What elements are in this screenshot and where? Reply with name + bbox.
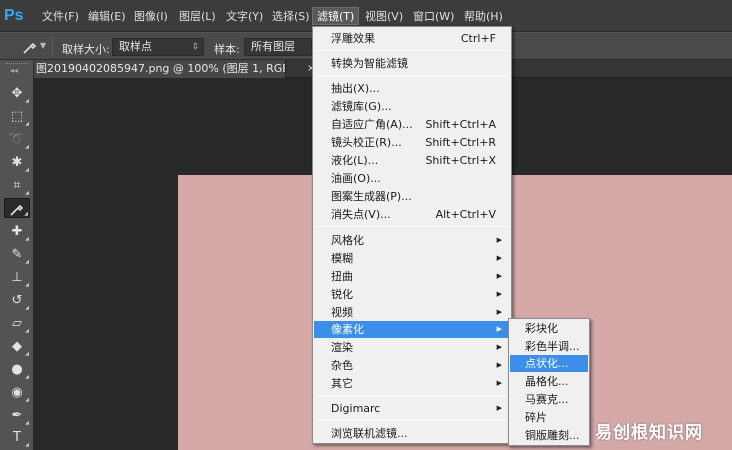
menu-divider: [317, 226, 507, 227]
marquee-icon[interactable]: ⬚ ◢: [4, 107, 30, 127]
filter-item-emboss[interactable]: 浮雕效果 Ctrl+F: [314, 30, 510, 47]
submenu-arrow-icon: ▶: [496, 379, 502, 387]
menu-type[interactable]: 文字(Y): [222, 8, 267, 26]
filter-menu: 浮雕效果 Ctrl+F 转换为智能滤镜 抽出(X)... 滤镜库(G)... 自适…: [312, 26, 512, 444]
tool-preset-caret-icon[interactable]: ▼: [40, 41, 46, 50]
menu-view[interactable]: 视图(V): [361, 8, 407, 26]
options-divider: [52, 37, 53, 57]
pen-icon[interactable]: ✒ ◢: [4, 406, 30, 426]
blur-icon[interactable]: ● ◢: [4, 360, 30, 380]
filter-item-extract[interactable]: 抽出(X)...: [314, 80, 510, 97]
watermark: 易创根知识网: [595, 423, 703, 443]
submenu-arrow-icon: ▶: [496, 254, 502, 262]
pixelate-item-facet[interactable]: 彩块化: [510, 320, 588, 337]
pixelate-item-fragment[interactable]: 碎片: [510, 409, 588, 426]
brush-icon[interactable]: ✎ ◢: [4, 245, 30, 265]
filter-item-browse-online[interactable]: 浏览联机滤镜...: [314, 425, 510, 442]
filter-item-gallery[interactable]: 滤镜库(G)...: [314, 98, 510, 115]
filter-item-smart-filters[interactable]: 转换为智能滤镜: [314, 55, 510, 72]
tools-panel: ◂◂ ✥ ◢ ⬚ ◢ ➰ ◢ ✱ ◢ ⌗ ◢ ◢ ✚ ◢ ✎ ◢ ⊥ ◢ ↺ ◢ ▱ ◢ ◆ ◢ ● ◢…: [0, 60, 34, 450]
menu-layer[interactable]: 图层(L): [175, 8, 220, 26]
submenu-arrow-icon: ▶: [496, 272, 502, 280]
sample-size-label: 取样大小:: [62, 43, 110, 56]
filter-item-blur[interactable]: 模糊 ▶: [314, 250, 510, 267]
document-tab[interactable]: 图20190402085947.png @ 100% (图层 1, RGB/8)…: [34, 60, 286, 78]
menu-edit[interactable]: 编辑(E): [84, 8, 130, 26]
menu-divider: [317, 420, 507, 421]
submenu-arrow-icon: ▶: [496, 308, 502, 316]
filter-item-pixelate[interactable]: 像素化 ▶: [314, 321, 510, 338]
dodge-icon[interactable]: ◉ ◢: [4, 383, 30, 403]
menu-filter[interactable]: 滤镜(T): [312, 7, 360, 25]
pixelate-item-color-halftone[interactable]: 彩色半调...: [510, 338, 588, 355]
eyedropper-icon[interactable]: ◢: [4, 198, 30, 218]
filter-item-sharpen[interactable]: 锐化 ▶: [314, 286, 510, 303]
move-icon[interactable]: ✥ ◢: [4, 84, 30, 104]
type-icon[interactable]: T ◢: [4, 428, 30, 448]
pixelate-item-mosaic[interactable]: 马赛克...: [510, 391, 588, 408]
menu-select[interactable]: 选择(S): [268, 8, 314, 26]
photoshop-logo: Ps: [4, 7, 24, 24]
pixelate-item-crystallize[interactable]: 晶格化...: [510, 373, 588, 390]
filter-item-stylize[interactable]: 风格化 ▶: [314, 232, 510, 249]
filter-item-adaptive-wide-angle[interactable]: 自适应广角(A)... Shift+Ctrl+A: [314, 116, 510, 133]
sample-size-value: 取样点: [119, 40, 152, 53]
clone-stamp-icon[interactable]: ⊥ ◢: [4, 268, 30, 288]
filter-item-lens-correction[interactable]: 镜头校正(R)... Shift+Ctrl+R: [314, 134, 510, 151]
eyedropper-icon[interactable]: [22, 39, 38, 55]
sample-select[interactable]: 所有图层: [244, 38, 312, 56]
filter-item-liquify[interactable]: 液化(L)... Shift+Ctrl+X: [314, 152, 510, 169]
eraser-icon[interactable]: ▱ ◢: [4, 314, 30, 334]
filter-item-noise[interactable]: 杂色 ▶: [314, 357, 510, 374]
paint-bucket-icon[interactable]: ◆ ◢: [4, 337, 30, 357]
crop-icon[interactable]: ⌗ ◢: [4, 176, 30, 196]
filter-item-render[interactable]: 渲染 ▶: [314, 339, 510, 356]
menu-window[interactable]: 窗口(W): [409, 8, 458, 26]
chevron-down-icon: ⇕: [191, 42, 199, 52]
sample-size-select[interactable]: 取样点 ⇕: [112, 38, 204, 56]
menu-help[interactable]: 帮助(H): [460, 8, 507, 26]
magic-wand-icon[interactable]: ✱ ◢: [4, 153, 30, 173]
submenu-arrow-icon: ▶: [496, 325, 502, 333]
pixelate-submenu: 彩块化 彩色半调... 点状化... 晶格化... 马赛克... 碎片 铜版雕刻…: [508, 318, 590, 446]
filter-item-pattern-maker[interactable]: 图案生成器(P)...: [314, 188, 510, 205]
filter-item-vanishing-point[interactable]: 消失点(V)... Alt+Ctrl+V: [314, 206, 510, 223]
menu-divider: [317, 396, 507, 397]
menu-file[interactable]: 文件(F): [38, 8, 83, 26]
pixelate-item-mezzotint[interactable]: 铜版雕刻...: [510, 427, 588, 444]
menu-divider: [317, 50, 507, 51]
filter-item-video[interactable]: 视频 ▶: [314, 304, 510, 321]
filter-item-distort[interactable]: 扭曲 ▶: [314, 268, 510, 285]
submenu-arrow-icon: ▶: [496, 361, 502, 369]
filter-item-oil-paint[interactable]: 油画(O)...: [314, 170, 510, 187]
history-brush-icon[interactable]: ↺ ◢: [4, 291, 30, 311]
lasso-icon[interactable]: ➰ ◢: [4, 130, 30, 150]
filter-item-digimarc[interactable]: Digimarc ▶: [314, 400, 510, 417]
submenu-arrow-icon: ▶: [496, 404, 502, 412]
sample-label: 样本:: [214, 43, 240, 56]
submenu-arrow-icon: ▶: [496, 236, 502, 244]
pixelate-item-pointillize[interactable]: 点状化...: [510, 355, 588, 372]
menu-divider: [317, 75, 507, 76]
submenu-arrow-icon: ▶: [496, 290, 502, 298]
submenu-arrow-icon: ▶: [496, 343, 502, 351]
menu-image[interactable]: 图像(I): [130, 8, 172, 26]
filter-item-other[interactable]: 其它 ▶: [314, 375, 510, 392]
sample-value: 所有图层: [251, 40, 295, 53]
healing-brush-icon[interactable]: ✚ ◢: [4, 222, 30, 242]
collapse-icon[interactable]: ◂◂: [10, 66, 18, 75]
